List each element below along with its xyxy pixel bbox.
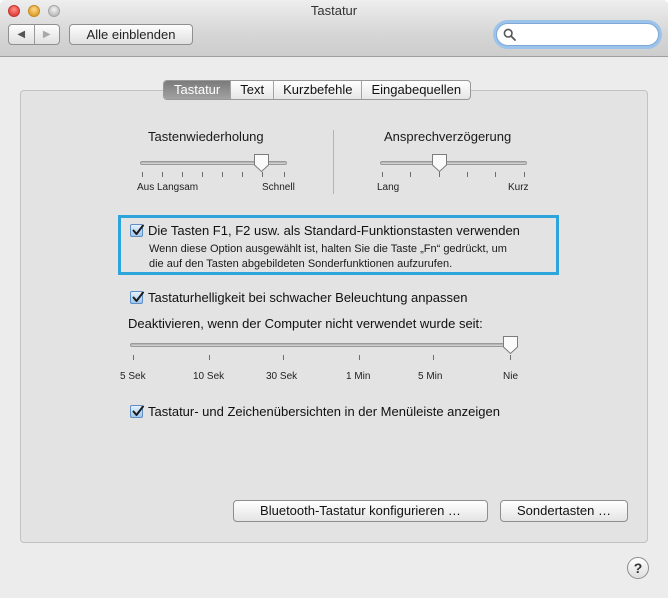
slider-tick — [182, 172, 183, 177]
slider-tick — [284, 172, 285, 177]
title-bar: Tastatur ◀ ▶ Alle einblenden — [0, 0, 668, 57]
slider-tick — [359, 355, 360, 360]
forward-arrow-icon: ▶ — [42, 29, 51, 40]
slider-tick — [222, 172, 223, 177]
deactivate-tick-label: Nie — [503, 371, 519, 382]
slider-tick — [242, 172, 243, 177]
fn-keys-label[interactable]: Die Tasten F1, F2 usw. als Standard-Funk… — [148, 223, 520, 238]
tab-text[interactable]: Text — [230, 81, 273, 99]
checkmark-icon — [132, 224, 144, 235]
key-repeat-max-label: Schnell — [262, 182, 295, 193]
viewer-menu-label[interactable]: Tastatur- und Zeichenübersichten in der … — [148, 404, 500, 419]
delay-until-repeat-min-label: Lang — [377, 182, 400, 193]
delay-until-repeat-label: Ansprechverzögerung — [384, 129, 512, 144]
modifier-keys-button[interactable]: Sondertasten … — [500, 500, 628, 522]
key-repeat-min-label-langsam: Langsam — [157, 182, 199, 193]
key-repeat-label: Tastenwiederholung — [148, 129, 264, 144]
brightness-label[interactable]: Tastaturhelligkeit bei schwacher Beleuch… — [148, 290, 467, 305]
deactivate-slider-thumb[interactable] — [502, 335, 519, 355]
slider-tick — [495, 172, 496, 177]
delay-until-repeat-max-label: Kurz — [508, 182, 529, 193]
back-button[interactable]: ◀ — [9, 25, 34, 44]
slider-tick — [382, 172, 383, 177]
slider-tick — [283, 355, 284, 360]
deactivate-track — [130, 343, 518, 347]
tab-eingabequellen[interactable]: Eingabequellen — [361, 81, 470, 99]
slider-tick — [467, 172, 468, 177]
brightness-checkbox[interactable] — [130, 291, 144, 304]
deactivate-tick-label: 1 Min — [346, 371, 371, 382]
help-button[interactable]: ? — [627, 557, 649, 579]
window-title: Tastatur — [310, 3, 358, 18]
search-icon — [503, 28, 516, 41]
bluetooth-keyboard-setup-button[interactable]: Bluetooth-Tastatur konfigurieren … — [233, 500, 488, 522]
slider-tick — [410, 172, 411, 177]
tab-bar: Tastatur Text Kurzbefehle Eingabequellen — [163, 80, 472, 100]
back-arrow-icon: ◀ — [17, 29, 26, 40]
delay-until-repeat-slider-thumb[interactable] — [431, 153, 448, 173]
show-all-button[interactable]: Alle einblenden — [69, 24, 193, 45]
deactivate-tick-label: 30 Sek — [266, 371, 298, 382]
slider-tick — [433, 355, 434, 360]
slider-tick — [162, 172, 163, 177]
viewer-menu-checkbox[interactable] — [130, 405, 144, 418]
delay-until-repeat-track — [380, 161, 527, 165]
tab-tastatur[interactable]: Tastatur — [164, 81, 231, 99]
search-field[interactable] — [496, 23, 659, 46]
checkmark-icon — [132, 291, 144, 302]
fn-keys-description-line2: die auf den Tasten abgebildeten Sonderfu… — [149, 258, 453, 270]
deactivate-tick-label: 10 Sek — [193, 371, 225, 382]
slider-divider — [333, 130, 334, 194]
slider-tick — [133, 355, 134, 360]
deactivate-tick-label: 5 Min — [418, 371, 443, 382]
key-repeat-slider-thumb[interactable] — [253, 153, 270, 173]
slider-tick — [510, 355, 511, 360]
slider-tick — [524, 172, 525, 177]
fn-keys-description-line1: Wenn diese Option ausgewählt ist, halten… — [149, 243, 507, 255]
navigation-segment: ◀ ▶ — [8, 24, 60, 45]
key-repeat-min-label-aus: Aus — [137, 182, 155, 193]
deactivate-label: Deaktivieren, wenn der Computer nicht ve… — [128, 316, 483, 331]
fn-keys-checkbox[interactable] — [130, 224, 144, 237]
deactivate-tick-label: 5 Sek — [120, 371, 146, 382]
slider-tick — [202, 172, 203, 177]
forward-button[interactable]: ▶ — [33, 25, 60, 44]
preferences-window: Tastatur ◀ ▶ Alle einblenden Tastatur Te… — [0, 0, 668, 598]
slider-tick — [142, 172, 143, 177]
slider-tick — [209, 355, 210, 360]
tab-kurzbefehle[interactable]: Kurzbefehle — [273, 81, 361, 99]
checkmark-icon — [132, 405, 144, 416]
